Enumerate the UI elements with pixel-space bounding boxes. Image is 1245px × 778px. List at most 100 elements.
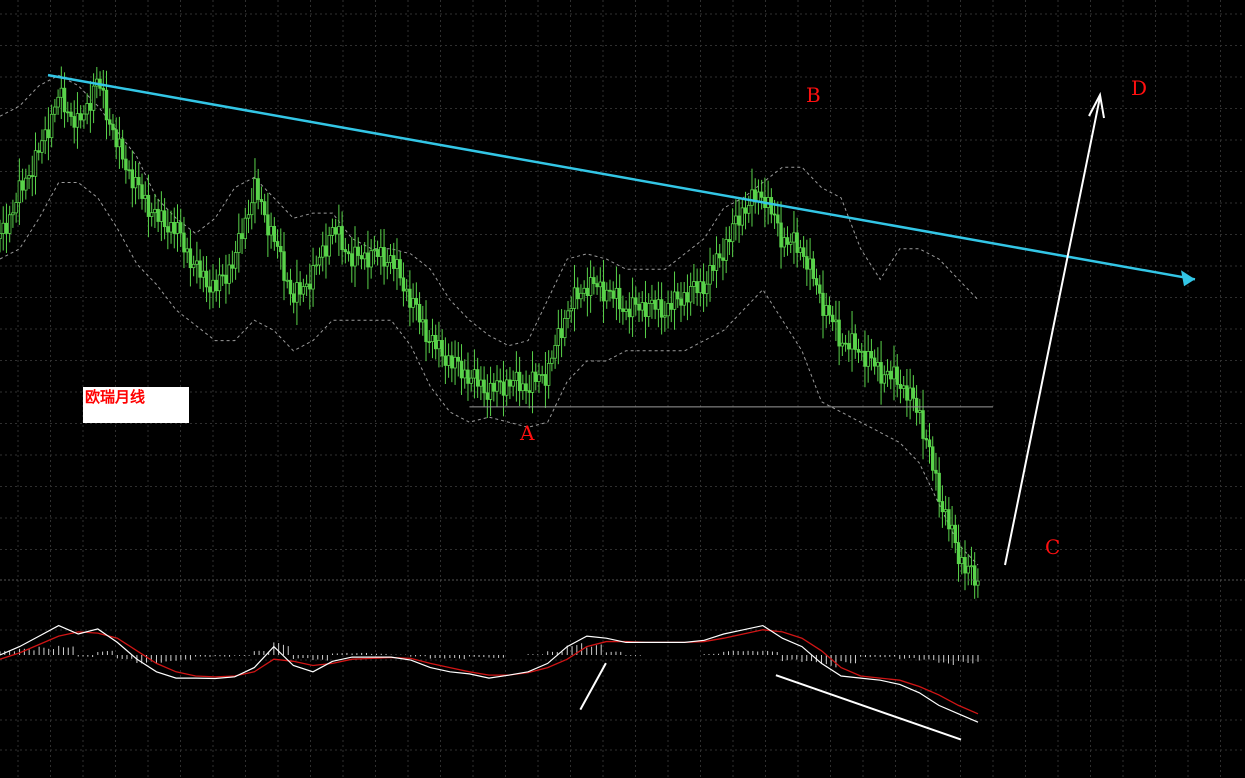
candle-body	[259, 199, 264, 203]
candle-body	[350, 253, 354, 267]
candle-body	[608, 289, 612, 292]
candle-body	[501, 381, 506, 396]
candle-body	[659, 299, 664, 318]
candle-body	[605, 289, 609, 302]
candle-body	[469, 377, 473, 384]
candle-body	[856, 349, 861, 353]
candle-body	[450, 355, 454, 369]
candle-body	[333, 227, 338, 235]
candle-body	[443, 355, 448, 366]
candle-body	[530, 371, 535, 393]
candle-body	[291, 293, 296, 303]
candle-body	[233, 252, 238, 269]
candle-body	[724, 239, 728, 261]
candle-body	[511, 380, 515, 387]
candle-body	[230, 264, 235, 269]
candle-body	[805, 256, 809, 270]
candle-body	[30, 175, 34, 177]
candle-body	[227, 264, 231, 284]
candle-body	[643, 302, 648, 317]
candle-body	[91, 85, 96, 111]
candle-body	[782, 237, 786, 248]
candle-body	[727, 239, 732, 243]
candle-body	[821, 292, 825, 316]
candle-body	[456, 356, 460, 362]
candle-body	[324, 245, 328, 257]
candle-body	[362, 252, 367, 260]
candle-body	[427, 341, 431, 343]
candle-body	[827, 305, 832, 316]
candle-body	[653, 299, 657, 310]
candle-body	[179, 222, 183, 234]
candle-body	[211, 279, 215, 293]
candle-body	[650, 299, 654, 304]
candle-body	[340, 226, 344, 250]
divergence-line	[579, 662, 607, 711]
candle-body	[421, 319, 425, 323]
candle-body	[498, 380, 502, 383]
candle-body	[314, 264, 318, 267]
candle-body	[517, 371, 522, 392]
wave-label-d: D	[1131, 76, 1148, 100]
candle-body	[472, 369, 477, 379]
macd-main-line	[0, 624, 979, 723]
candle-body	[688, 286, 693, 303]
candle-body	[375, 249, 380, 257]
candle-body	[505, 379, 509, 396]
candle-body	[840, 342, 845, 347]
candle-body	[624, 308, 628, 312]
candle-body	[24, 177, 28, 191]
candle-body	[14, 202, 18, 214]
candle-body	[905, 385, 909, 401]
candle-body	[627, 308, 632, 318]
candle-body	[446, 355, 451, 366]
candle-body	[524, 383, 528, 392]
candle-body	[4, 222, 9, 234]
candle-body	[850, 333, 854, 350]
candle-body	[963, 557, 967, 574]
candle-body	[740, 207, 745, 226]
candle-body	[256, 178, 260, 200]
candle-body	[811, 258, 816, 279]
candle-body	[117, 138, 122, 148]
candle-body	[262, 201, 267, 216]
candle-body	[647, 303, 651, 317]
candle-body	[111, 123, 115, 131]
candle-body	[640, 302, 644, 311]
candle-body	[789, 241, 793, 245]
candle-body	[598, 281, 602, 288]
candle-body	[743, 207, 748, 214]
candle-body	[701, 281, 706, 295]
candle-body	[250, 202, 254, 216]
candle-body	[308, 283, 312, 290]
candle-body	[140, 184, 144, 199]
projection-arrow	[1004, 96, 1101, 566]
candle-body	[191, 263, 196, 269]
candle-body	[595, 283, 599, 288]
candle-body	[705, 283, 709, 295]
candle-body	[408, 288, 412, 308]
candle-body	[282, 251, 286, 281]
candle-body	[330, 227, 335, 236]
candle-body	[714, 253, 719, 271]
candle-body	[7, 214, 12, 234]
candle-body	[866, 350, 870, 367]
candle-body	[956, 542, 961, 565]
candle-body	[679, 298, 683, 306]
candle-body	[759, 191, 764, 198]
candle-body	[860, 350, 864, 353]
candle-body	[747, 204, 751, 214]
candle-body	[918, 410, 922, 413]
candle-body	[388, 255, 393, 263]
candle-body	[114, 129, 118, 148]
candle-body	[214, 279, 218, 292]
candle-body	[718, 253, 722, 259]
candle-body	[495, 380, 499, 392]
candle-body	[927, 439, 932, 448]
candle-body	[656, 299, 661, 310]
candle-body	[124, 158, 128, 171]
candle-body	[566, 310, 570, 319]
candle-body	[934, 469, 938, 474]
candle-body	[976, 580, 980, 586]
candle-body	[46, 129, 51, 139]
